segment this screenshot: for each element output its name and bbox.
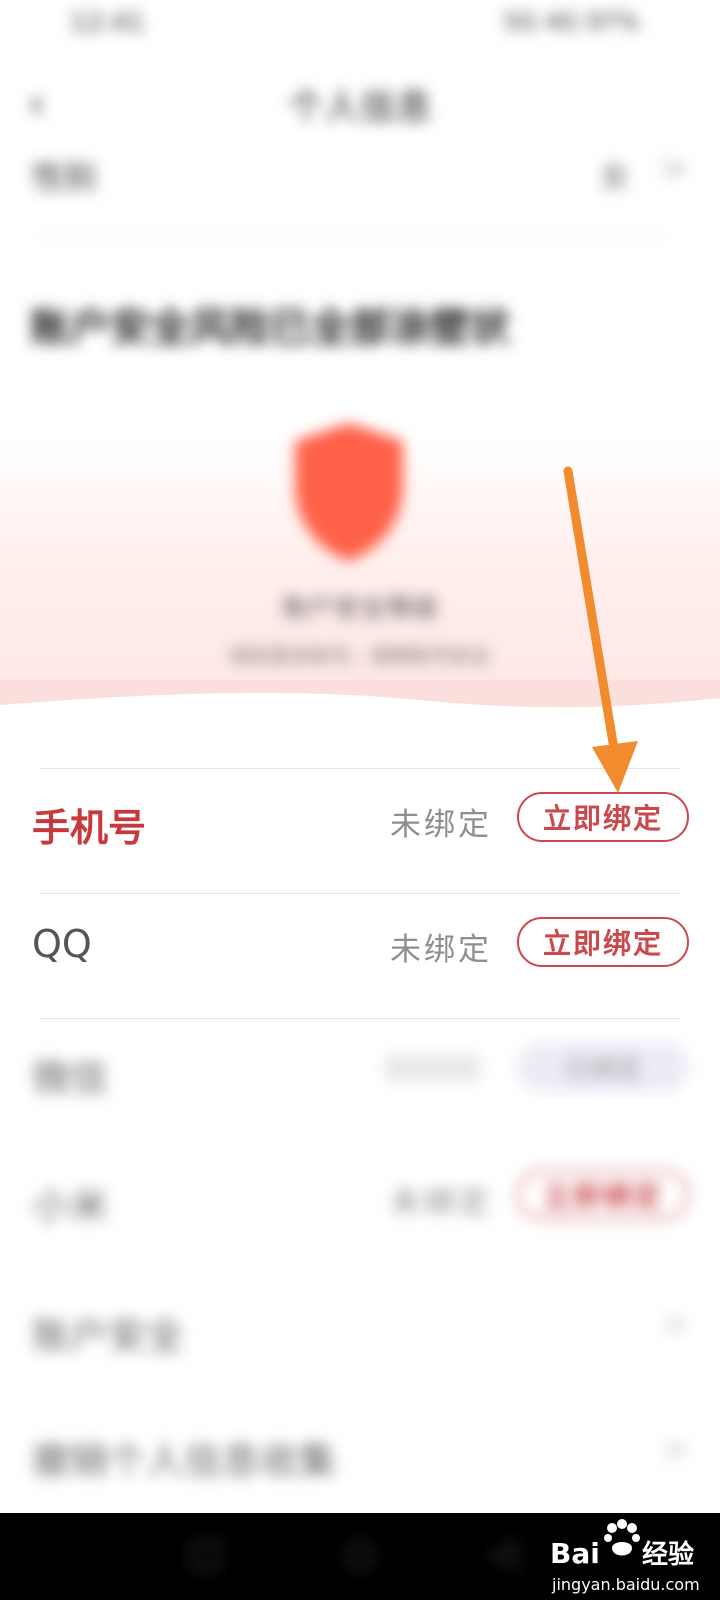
chevron-right-icon: > [660,148,689,188]
gender-label: 性别 [32,158,97,196]
annotation-arrow-icon [563,466,638,793]
divider [40,893,680,894]
back-nav-icon[interactable]: ◁ [490,1533,516,1573]
revoke-info-item[interactable]: 撤销个人信息收集 [32,1430,336,1485]
phone-label: 手机号 [32,805,147,850]
baidu-jingyan-watermark: Bai 经验 jingyan.baidu.com [550,1519,700,1594]
chevron-right-icon: > [662,1430,689,1468]
shield-icon [295,423,403,561]
status-indicators: 5G 4G 97% [503,8,640,36]
page-title: 个人信息 [287,87,432,128]
account-security-item[interactable]: 账户安全 [32,1305,184,1360]
wechat-bound-button[interactable]: 已绑定 [517,1042,689,1092]
qq-label: QQ [32,922,92,966]
xiaomi-status: 未绑定 [390,1185,492,1221]
phone-status: 未绑定 [390,807,492,843]
gender-value[interactable]: 女 [600,152,630,196]
home-icon[interactable]: ○ [345,1533,375,1573]
security-heading: 账户安全风险已全部涂壁状 [30,305,510,351]
xiaomi-label: 小米 [32,1184,109,1228]
divider [40,1018,680,1019]
wechat-account-masked [385,1055,480,1081]
bind-xiaomi-button[interactable]: 立即绑定 [517,1170,689,1220]
bind-qq-button[interactable]: 立即绑定 [517,917,689,967]
svg-text:jingyan.baidu.com: jingyan.baidu.com [551,1575,700,1594]
qq-status: 未绑定 [390,932,492,968]
bind-phone-button[interactable]: 立即绑定 [517,792,689,842]
svg-text:Bai: Bai [550,1537,600,1570]
wechat-label: 微信 [32,1056,109,1100]
divider [40,234,665,235]
chevron-right-icon: > [662,1305,689,1343]
svg-text:经验: 经验 [642,1539,694,1570]
recent-apps-icon[interactable]: □ [190,1533,222,1573]
status-time: 12:41 [70,8,145,38]
